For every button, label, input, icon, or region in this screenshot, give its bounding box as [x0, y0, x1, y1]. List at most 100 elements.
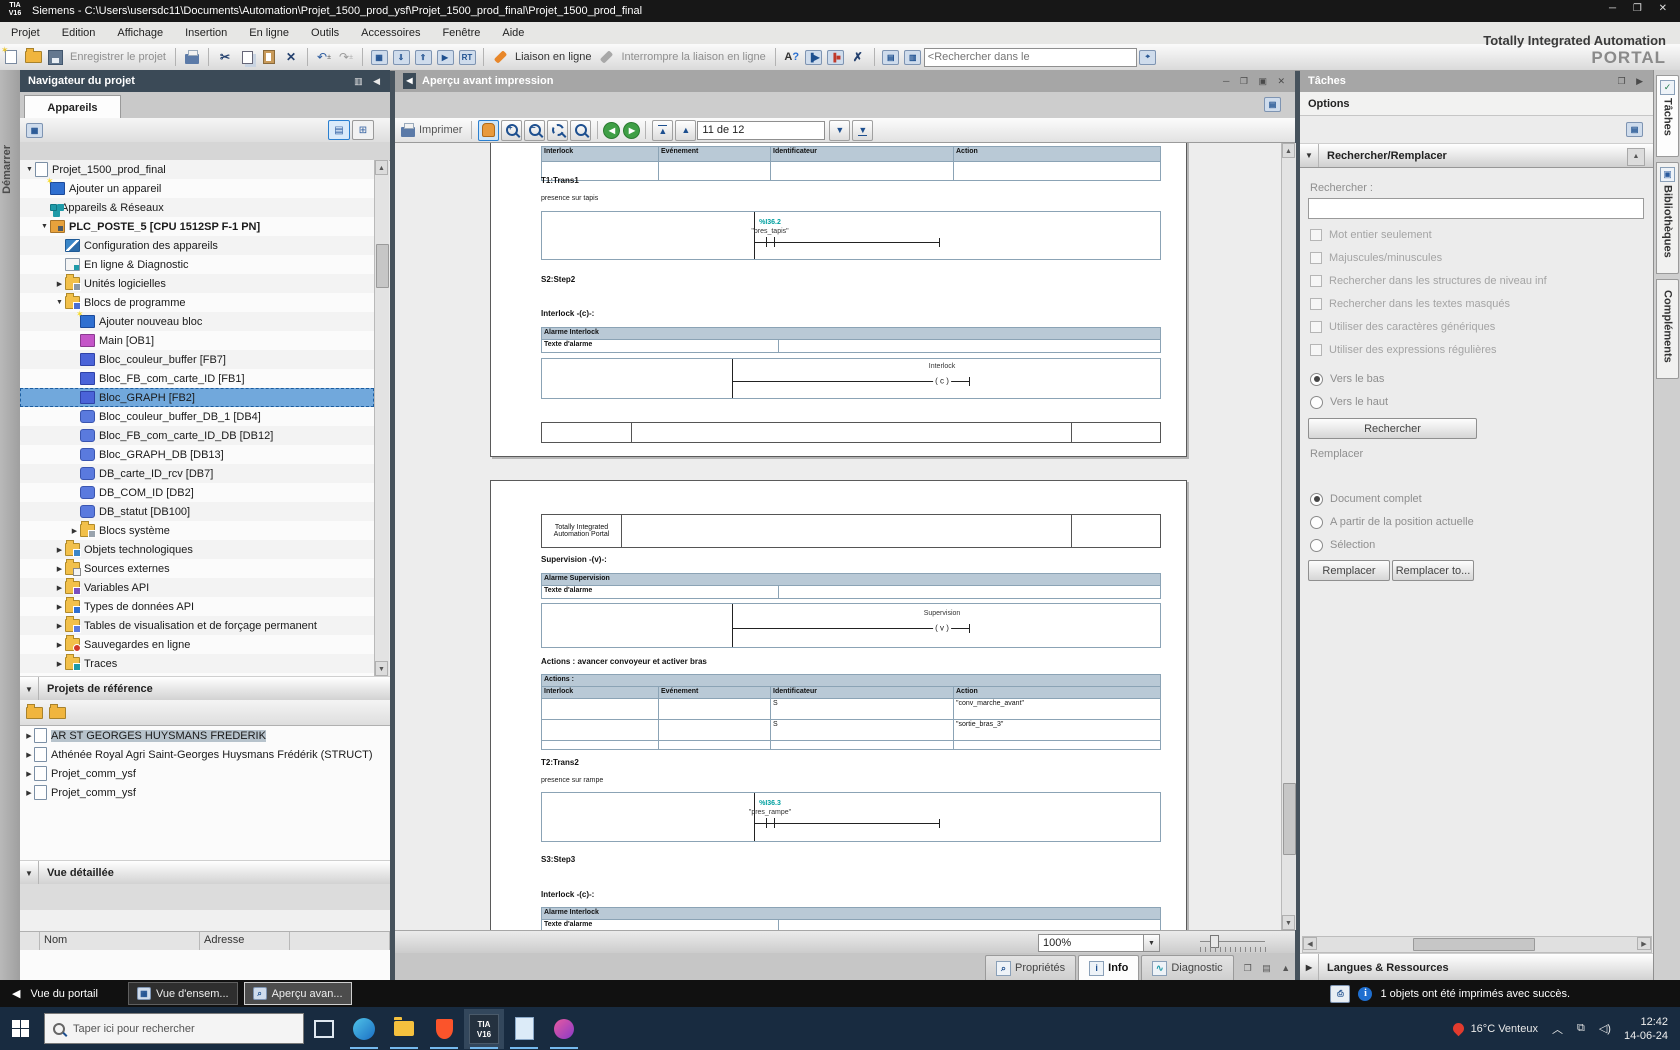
cut-icon[interactable]: ✂ [215, 47, 235, 67]
tree-item[interactable]: ▼ Blocs de programme [20, 293, 374, 312]
diagnostics-search-icon[interactable]: A? [782, 47, 802, 67]
check-whole-word[interactable]: Mot entier seulement [1310, 228, 1432, 242]
side-tab-complements[interactable]: Compléments [1656, 279, 1679, 379]
list-view-button[interactable]: ⊞ [352, 120, 374, 140]
tree-item[interactable]: Bloc_FB_com_carte_ID_DB [DB12] [20, 426, 374, 445]
radio-icon[interactable] [1310, 538, 1323, 552]
save-project-label[interactable]: Enregistrer le projet [70, 51, 166, 63]
zoom-out-icon[interactable]: − [524, 119, 546, 141]
detail-view-header[interactable]: ▼ Vue détaillée [20, 860, 390, 886]
tree-expand-icon[interactable]: ▶ [24, 751, 34, 759]
details-view-button[interactable]: ▤ [328, 120, 350, 140]
tab-appareils[interactable]: Appareils [24, 95, 121, 119]
radio-up[interactable]: Vers le haut [1310, 395, 1388, 409]
search-term-input[interactable] [1308, 198, 1644, 219]
network-icon[interactable]: ⧉ [1577, 1022, 1585, 1035]
menu-item[interactable]: Projet [0, 27, 51, 39]
tree-item[interactable]: Bloc_GRAPH_DB [DB13] [20, 445, 374, 464]
tasks-header-icons[interactable]: ❐ ▶ [1618, 76, 1648, 87]
tree-item[interactable]: ▶ Tables de visualisation et de forçage … [20, 616, 374, 635]
split-vertical-icon[interactable]: ▥ [903, 47, 923, 67]
go-online-icon[interactable] [490, 47, 510, 67]
radio-icon[interactable] [1310, 515, 1323, 529]
open-project-icon[interactable] [23, 47, 43, 67]
tray-expand-icon[interactable]: ︿ [1552, 1021, 1563, 1037]
last-page-icon[interactable]: ▼ [852, 119, 874, 141]
zoom-level-select[interactable]: 100% [1038, 934, 1148, 952]
project-search-input[interactable] [923, 47, 1137, 67]
side-tab-taches[interactable]: ✓ Tâches [1656, 75, 1679, 157]
tree-item[interactable]: DB_COM_ID [DB2] [20, 483, 374, 502]
notepad-icon[interactable] [504, 1009, 544, 1049]
menu-item[interactable]: En ligne [238, 27, 300, 39]
zoom-dynamic-icon[interactable] [570, 119, 592, 141]
split-horizontal-icon[interactable]: ▤ [881, 47, 901, 67]
tab-proprietes[interactable]: ⌕ Propriétés [985, 955, 1077, 980]
reference-projects-header[interactable]: ▼ Projets de référence [20, 676, 390, 702]
go-offline-icon[interactable] [596, 47, 616, 67]
menu-item[interactable]: Outils [300, 27, 350, 39]
check-wildcards[interactable]: Utiliser des caractères génériques [1310, 320, 1495, 334]
tree-item[interactable]: ▼ Projet_1500_prod_final [20, 160, 374, 179]
download-to-device-icon[interactable]: ⇓ [391, 47, 411, 67]
radio-icon[interactable] [1310, 492, 1323, 506]
checkbox-icon[interactable] [1310, 229, 1322, 241]
zoom-in-icon[interactable]: + [501, 119, 523, 141]
brave-icon[interactable] [424, 1009, 464, 1049]
tree-item[interactable]: ▶ Objets technologiques [20, 540, 374, 559]
printed-object-icon[interactable]: ⎙ [1330, 984, 1351, 1003]
tree-item[interactable]: ▶ Unités logicielles [20, 274, 374, 293]
checkbox-icon[interactable] [1310, 252, 1322, 264]
tab-diagnostic[interactable]: ∿ Diagnostic [1141, 955, 1234, 980]
tree-expand-icon[interactable]: ▼ [54, 299, 65, 306]
checkbox-icon[interactable] [1310, 321, 1322, 333]
radio-icon[interactable] [1310, 395, 1323, 409]
find-replace-header[interactable]: ▼ Rechercher/Remplacer [1300, 143, 1653, 168]
back-icon[interactable]: ◀ [603, 121, 621, 139]
task-view-icon[interactable] [304, 1009, 344, 1049]
forward-icon[interactable]: ▶ [623, 121, 641, 139]
page-number-field[interactable] [697, 120, 826, 140]
tree-item[interactable]: Main [OB1] [20, 331, 374, 350]
tree-item[interactable]: En ligne & Diagnostic [20, 255, 374, 274]
replace-button[interactable]: Remplacer [1308, 560, 1390, 581]
close-reference-icon[interactable] [49, 703, 66, 719]
tree-item[interactable]: ▶ Sauvegardes en ligne [20, 635, 374, 654]
print-icon[interactable] [401, 122, 415, 137]
cross-references-icon[interactable]: ✗ [848, 47, 868, 67]
checkbox-icon[interactable] [1310, 344, 1322, 356]
document-area[interactable]: Interlock Evénement Identificateur Actio… [395, 143, 1281, 930]
device-sort-icon[interactable]: ▦ [26, 122, 43, 138]
radio-down[interactable]: Vers le bas [1310, 372, 1384, 386]
tree-item[interactable]: Bloc_FB_com_carte_ID [FB1] [20, 369, 374, 388]
tree-scrollbar[interactable]: ▲ ▼ [374, 160, 389, 676]
splitter-left-icon[interactable]: ◀ [403, 73, 416, 89]
search-button[interactable]: Rechercher [1308, 418, 1477, 439]
menu-item[interactable]: Fenêtre [431, 27, 491, 39]
previous-page-icon[interactable]: ▲ [675, 119, 697, 141]
check-substructures[interactable]: Rechercher dans les structures de niveau… [1310, 274, 1547, 288]
tree-expand-icon[interactable]: ▶ [54, 546, 65, 554]
weather-text[interactable]: 16°C Venteux [1471, 1023, 1538, 1035]
delete-icon[interactable]: ✕ [281, 47, 301, 67]
check-case[interactable]: Majuscules/minuscules [1310, 251, 1442, 265]
paint3d-icon[interactable] [544, 1009, 584, 1049]
zoom-selection-icon[interactable] [547, 119, 569, 141]
tree-item[interactable]: ▶ Traces [20, 654, 374, 673]
tree-item[interactable]: ▶ Sources externes [20, 559, 374, 578]
languages-resources-header[interactable]: ▶ Langues & Ressources [1300, 953, 1653, 982]
reference-project-item[interactable]: ▶ AR ST GEORGES HUYSMANS FREDERIK [20, 726, 390, 745]
upload-from-device-icon[interactable]: ⇑ [413, 47, 433, 67]
tree-expand-icon[interactable]: ▶ [69, 527, 80, 535]
go-offline-label[interactable]: Interrompre la liaison en ligne [621, 51, 765, 63]
menu-item[interactable]: Accessoires [350, 27, 431, 39]
document-scrollbar[interactable]: ▲ ▼ [1281, 143, 1296, 930]
radio-selection[interactable]: Sélection [1310, 538, 1375, 552]
menu-item[interactable]: Insertion [174, 27, 238, 39]
tree-item[interactable]: ▶ Variables API [20, 578, 374, 597]
tree-item[interactable]: ▼ PLC_POSTE_5 [CPU 1512SP F-1 PN] [20, 217, 374, 236]
editor-window-controls[interactable]: ─ ❐ ▣ ✕ [1223, 76, 1289, 87]
paste-icon[interactable] [259, 47, 279, 67]
tree-expand-icon[interactable]: ▶ [24, 732, 34, 740]
tree-expand-icon[interactable]: ▼ [39, 223, 50, 230]
